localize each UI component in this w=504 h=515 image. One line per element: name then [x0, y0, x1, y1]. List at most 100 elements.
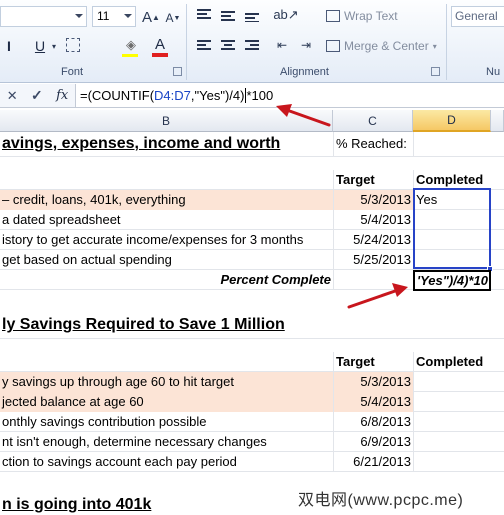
fill-color-bar	[122, 54, 138, 57]
cell-d13[interactable]	[413, 372, 491, 392]
align-right-icon[interactable]	[245, 40, 259, 52]
orientation-icon[interactable]: ab↗	[273, 6, 298, 24]
wrap-text-button[interactable]: Wrap Text	[326, 7, 398, 25]
chevron-down-icon	[124, 14, 132, 18]
cell-d1[interactable]	[413, 132, 491, 157]
insert-function-icon[interactable]: fx	[56, 88, 68, 103]
table-row: nt isn't enough, determine necessary cha…	[0, 432, 504, 452]
fill-color-icon[interactable]: ◈	[120, 36, 142, 54]
column-header-d[interactable]: D	[413, 110, 491, 132]
shrink-font-icon[interactable]: A ▼	[164, 9, 182, 27]
font-color-icon[interactable]: A	[152, 35, 168, 53]
cell-c14[interactable]: 5/4/2013	[333, 392, 413, 412]
cell-c4[interactable]: 5/3/2013	[333, 190, 413, 210]
cell-c1[interactable]: % Reached:	[333, 132, 413, 157]
font-size-value: 11	[97, 9, 110, 23]
table-row: y savings up through age 60 to hit targe…	[0, 372, 504, 392]
cell-d5[interactable]	[413, 210, 491, 230]
underline-icon[interactable]: U	[32, 36, 48, 56]
formula-prefix: =(COUNTIF(	[80, 88, 155, 103]
table-row: Target Completed	[0, 170, 504, 190]
table-row: Target Completed	[0, 352, 504, 372]
decrease-indent-icon[interactable]: ⇤	[272, 37, 292, 53]
cell-c17[interactable]: 6/21/2013	[333, 452, 413, 472]
cell-b13[interactable]: y savings up through age 60 to hit targe…	[0, 372, 333, 392]
cell-c16[interactable]: 6/9/2013	[333, 432, 413, 452]
cell-b17[interactable]: ction to savings account each pay period	[0, 452, 333, 472]
cell-c15[interactable]: 6/8/2013	[333, 412, 413, 432]
cell-c12[interactable]: Target	[333, 352, 413, 372]
cell-d4[interactable]: Yes	[413, 190, 491, 210]
number-format-combo[interactable]: General	[451, 6, 504, 27]
merge-center-button[interactable]: Merge & Center ▾	[326, 37, 437, 55]
table-row: onthly savings contribution possible 6/8…	[0, 412, 504, 432]
cell-b7[interactable]: get based on actual spending	[0, 250, 333, 270]
cell-d6[interactable]	[413, 230, 491, 250]
column-header-b[interactable]: B	[0, 110, 333, 132]
cell-d16[interactable]	[413, 432, 491, 452]
align-middle-icon[interactable]	[221, 9, 235, 21]
number-format-value: General	[455, 9, 498, 23]
cancel-icon[interactable]: ✕	[7, 88, 18, 104]
merge-center-label: Merge & Center	[344, 39, 429, 53]
formula-range-ref: D4:D7	[154, 88, 191, 103]
watermark: 双电网(www.pcpc.me)	[298, 492, 464, 509]
cell-b8[interactable]: Percent Complete	[0, 270, 333, 290]
cell-b6[interactable]: istory to get accurate income/expenses f…	[0, 230, 333, 250]
wrap-text-icon	[326, 10, 340, 22]
cell-c8[interactable]	[333, 270, 413, 290]
enter-icon[interactable]: ✓	[31, 87, 43, 104]
cell-b3[interactable]	[0, 170, 333, 190]
table-row	[0, 157, 504, 170]
cell-d15[interactable]	[413, 412, 491, 432]
font-group-label: Font	[61, 66, 84, 78]
font-size-combo[interactable]: 11	[92, 6, 136, 27]
underline-options-icon[interactable]: ▾	[50, 40, 58, 52]
bold-icon[interactable]: I	[2, 36, 16, 56]
increase-indent-icon[interactable]: ⇥	[296, 37, 316, 53]
wrap-text-label: Wrap Text	[344, 9, 398, 23]
align-bottom-icon[interactable]	[245, 9, 259, 22]
number-group-label: Nu	[486, 66, 501, 78]
cell-d17[interactable]	[413, 452, 491, 472]
cell-b16[interactable]: nt isn't enough, determine necessary cha…	[0, 432, 333, 452]
formula-input[interactable]: =(COUNTIF(D4:D7,"Yes")/4) *100	[80, 88, 273, 103]
cell-d12[interactable]: Completed	[413, 352, 491, 372]
font-dialog-launcher-icon[interactable]	[173, 67, 182, 76]
chevron-down-icon: ▾	[432, 41, 437, 51]
grow-font-icon[interactable]: A ▲	[142, 7, 160, 27]
column-header-c[interactable]: C	[333, 110, 413, 132]
align-top-icon[interactable]	[197, 9, 211, 21]
align-left-icon[interactable]	[197, 40, 211, 52]
font-name-combo[interactable]	[0, 6, 87, 27]
cell-b12[interactable]	[0, 352, 333, 372]
table-row: jected balance at age 60 5/4/2013	[0, 392, 504, 412]
alignment-dialog-launcher-icon[interactable]	[431, 67, 440, 76]
cell-c3[interactable]: Target	[333, 170, 413, 190]
group-separator	[186, 4, 187, 80]
cell-c5[interactable]: 5/4/2013	[333, 210, 413, 230]
formula-buttons: ✕ ✓ fx	[0, 84, 76, 107]
formula-suffix: *100	[246, 88, 274, 103]
cell-d3[interactable]: Completed	[413, 170, 491, 190]
cell-b1[interactable]: avings, expenses, income and worth	[0, 132, 333, 157]
cell-b19[interactable]: n is going into 401k	[0, 490, 333, 515]
table-row: ly Savings Required to Save 1 Million	[0, 311, 504, 339]
table-row: istory to get accurate income/expenses f…	[0, 230, 504, 250]
cell-c6[interactable]: 5/24/2013	[333, 230, 413, 250]
cell-b4[interactable]: – credit, loans, 401k, everything	[0, 190, 333, 210]
chevron-down-icon	[75, 14, 83, 18]
cell-c13[interactable]: 5/3/2013	[333, 372, 413, 392]
cell-d14[interactable]	[413, 392, 491, 412]
cell-b14[interactable]: jected balance at age 60	[0, 392, 333, 412]
cell-b15[interactable]: onthly savings contribution possible	[0, 412, 333, 432]
cell-d7[interactable]	[413, 250, 491, 270]
cell-b10[interactable]: ly Savings Required to Save 1 Million	[0, 311, 333, 339]
cell-c7[interactable]: 5/25/2013	[333, 250, 413, 270]
borders-icon[interactable]	[66, 38, 80, 52]
active-cell-d8[interactable]: 'Yes")/4)*10	[413, 270, 491, 291]
center-icon[interactable]	[221, 40, 235, 52]
table-row	[0, 339, 504, 352]
cell-b5[interactable]: a dated spreadsheet	[0, 210, 333, 230]
column-header-e[interactable]	[491, 110, 504, 132]
